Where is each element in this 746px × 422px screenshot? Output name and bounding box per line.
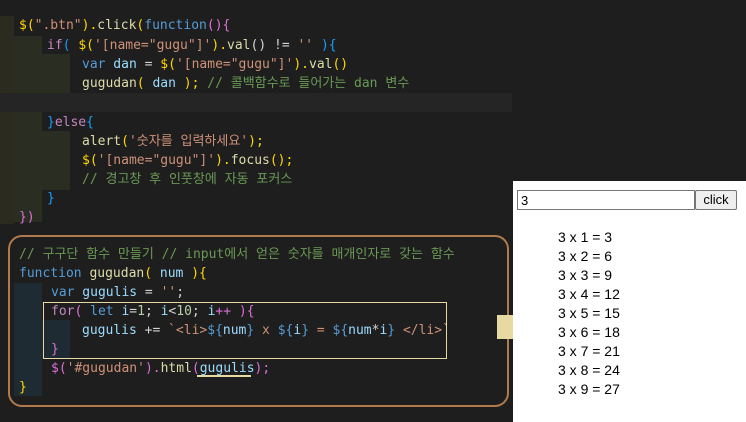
code-line-2: if( $('[name="gugu"]').val() != '' ){ — [47, 38, 337, 53]
result-panel: click 3 x 1 = 3 3 x 2 = 6 3 x 3 = 9 3 x … — [513, 181, 746, 422]
indent-guide-band — [42, 54, 70, 94]
list-item: 3 x 1 = 3 — [558, 229, 613, 245]
gugudan-list: 3 x 1 = 3 3 x 2 = 6 3 x 3 = 9 3 x 4 = 12… — [558, 228, 620, 399]
current-line-highlight — [0, 93, 512, 112]
code-line-9: // 경고창 후 인풋창에 자동 포커스 — [82, 172, 293, 187]
indent-guide-band — [14, 36, 42, 222]
list-item: 3 x 3 = 9 — [558, 267, 613, 283]
code-line-3: var dan = $('[name="gugu"]').val() — [82, 57, 349, 72]
list-item: 3 x 2 = 6 — [558, 248, 613, 264]
code-line-10: } — [47, 191, 55, 206]
code-line-1: $(".btn").click(function(){ — [19, 18, 231, 33]
list-item: 3 x 8 = 24 — [558, 362, 620, 378]
list-item: 3 x 7 = 21 — [558, 343, 620, 359]
number-input[interactable] — [517, 190, 695, 210]
code-line-11: }) — [19, 210, 35, 225]
code-line-6: }else{ — [47, 115, 94, 130]
indent-guide-band — [42, 131, 70, 190]
list-item: 3 x 4 = 12 — [558, 286, 620, 302]
indent-band — [0, 16, 14, 224]
list-item: 3 x 6 = 18 — [558, 324, 620, 340]
code-line-7: alert('숫자를 입력하세요'); — [82, 134, 264, 149]
code-line-8: $('[name="gugu"]').focus(); — [82, 153, 294, 168]
loop-highlight-box — [43, 302, 447, 359]
code-line-4: gugudan( dan ); // 콜백함수로 들어가는 dan 변수 — [82, 76, 410, 91]
click-button[interactable]: click — [695, 190, 737, 210]
variable-underline — [197, 375, 251, 377]
list-item: 3 x 9 = 27 — [558, 381, 620, 397]
list-item: 3 x 5 = 15 — [558, 305, 620, 321]
